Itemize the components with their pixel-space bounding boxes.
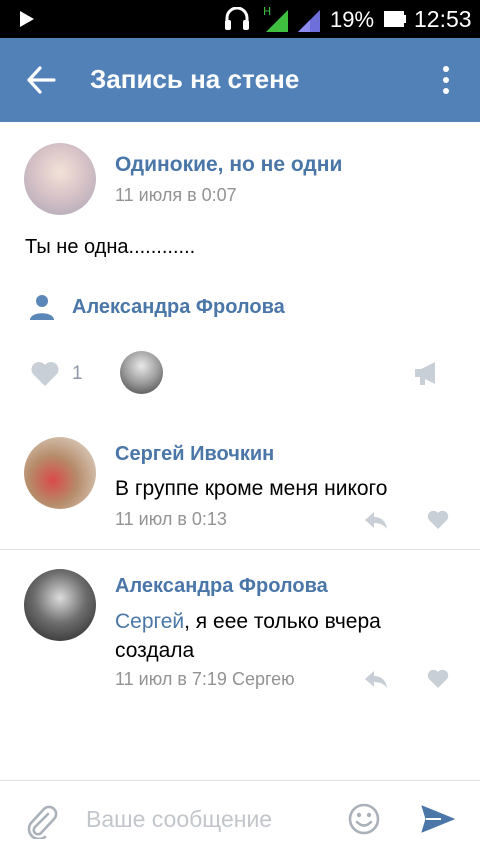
post-text: Ты не одна............ [25,236,196,258]
back-arrow-icon[interactable] [26,66,56,94]
comment-author-link[interactable]: Александра Фролова [115,575,328,598]
comment-text: Сергей, я еее только вчера создала [115,607,455,665]
reply-icon[interactable] [364,669,388,689]
send-icon[interactable] [421,805,455,833]
paperclip-icon[interactable] [26,805,58,839]
headset-icon [225,7,249,30]
share-megaphone-icon[interactable] [413,360,441,386]
comment-meta: 11 июл в 7:19 Сергею [115,669,295,689]
post-author-link[interactable]: Александра Фролова [72,296,285,319]
play-icon [20,11,34,27]
cellular-signal-2-icon [298,10,320,32]
status-clock: 12:53 [414,6,472,32]
user-icon [30,295,54,320]
battery-icon [384,11,406,27]
liker-avatar[interactable] [120,351,163,394]
reply-icon[interactable] [364,510,388,530]
comment-mention-link[interactable]: Сергей [115,610,184,633]
comment-like-icon[interactable] [427,669,449,689]
svg-text:H: H [263,5,271,18]
page-title: Запись на стене [90,64,300,94]
comment-meta: 11 июл в 0:13 [115,509,227,529]
message-composer [0,780,480,854]
app-header: Запись на стене [0,38,480,122]
like-heart-icon[interactable] [30,361,60,387]
smile-icon[interactable] [348,803,380,835]
battery-percent: 19% [330,7,375,32]
comment-author-link[interactable]: Сергей Ивочкин [115,443,274,466]
comment-like-icon[interactable] [427,510,449,530]
likes-count: 1 [72,363,83,384]
message-input[interactable] [86,801,336,837]
cellular-signal-1-icon: H [263,5,288,32]
more-vertical-icon[interactable] [438,65,454,95]
comment-divider [0,549,480,550]
comment-avatar[interactable] [24,569,96,641]
group-name-link[interactable]: Одинокие, но не одни [115,153,342,177]
comment-text: В группе кроме меня никого [115,477,388,500]
status-bar: H 19% 12:53 [0,0,480,38]
group-avatar[interactable] [24,143,96,215]
post-date: 11 июля в 0:07 [115,185,237,205]
comment-avatar[interactable] [24,437,96,509]
